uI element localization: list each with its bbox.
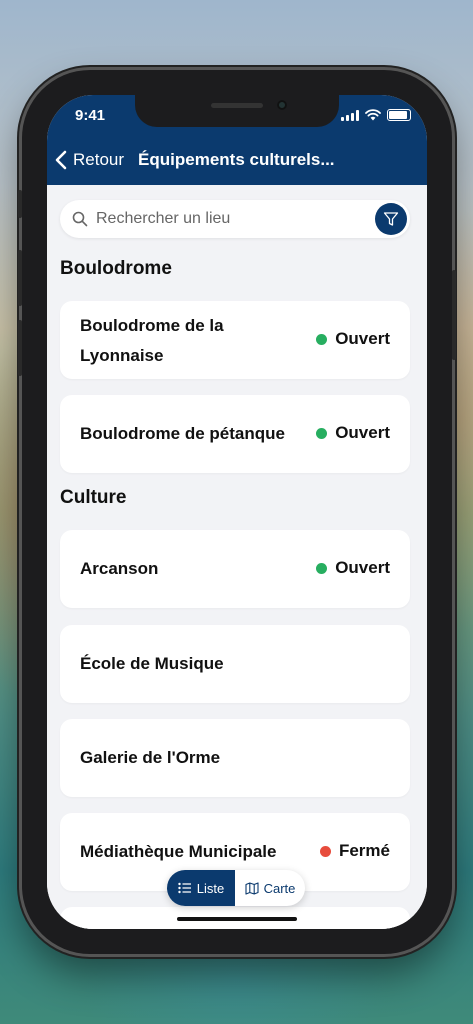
nav-bar: Retour Équipements culturels...: [47, 143, 427, 177]
status-dot: [319, 845, 331, 857]
status-time: 9:41: [75, 107, 106, 124]
view-toggle: Liste Carte: [167, 870, 305, 906]
status-label: Fermé: [338, 841, 390, 860]
section-title-boulodrome: Boulodrome: [60, 258, 172, 279]
filter-button[interactable]: [375, 203, 407, 235]
status-label: Ouvert: [335, 558, 390, 577]
item-name: Galerie de l'Orme: [80, 748, 221, 767]
status-dot: [316, 562, 328, 574]
chevron-left-icon: [55, 150, 67, 170]
content-area: Boulodrome Boulodrome de la Lyonnaise Ou…: [47, 185, 427, 929]
notch: [135, 95, 339, 127]
signal-icon: [341, 109, 359, 121]
item-name: Arcanson: [80, 559, 159, 578]
list-view-button[interactable]: Liste: [167, 870, 235, 906]
list-item[interactable]: Boulodrome de pétanque Ouvert: [60, 395, 410, 473]
wifi-icon: [365, 109, 381, 121]
list-item[interactable]: Galerie de l'Orme: [60, 719, 410, 797]
search-input[interactable]: [94, 209, 368, 229]
volume-down-button: [18, 320, 22, 376]
volume-up-button: [18, 250, 22, 306]
status-badge: Ouvert: [316, 558, 390, 578]
status-badge: Ouvert: [316, 423, 390, 443]
mute-switch: [18, 190, 22, 218]
back-button[interactable]: Retour: [55, 150, 124, 170]
status-dot: [316, 427, 328, 439]
section-title-culture: Culture: [60, 487, 127, 508]
item-name: Boulodrome de la Lyonnaise: [80, 316, 224, 365]
home-indicator: [177, 917, 297, 921]
status-icons: [341, 109, 411, 121]
map-icon: [245, 881, 259, 895]
filter-icon: [383, 212, 399, 226]
list-icon: [178, 882, 191, 894]
speaker: [211, 103, 263, 108]
battery-icon: [387, 109, 411, 121]
item-name: Boulodrome de pétanque: [80, 424, 285, 443]
map-view-label: Carte: [263, 880, 296, 896]
list-item[interactable]: École de Musique: [60, 625, 410, 703]
status-dot: [316, 333, 328, 345]
search-bar: [60, 200, 410, 238]
status-label: Ouvert: [335, 423, 390, 442]
item-name: Médiathèque Municipale: [80, 842, 277, 861]
status-label: Ouvert: [335, 329, 390, 348]
status-badge: Fermé: [319, 841, 390, 861]
power-button: [452, 270, 456, 360]
phone-frame: 9:41 Retour Équipements culturels... Rec…: [18, 70, 456, 954]
phone-screen: 9:41 Retour Équipements culturels... Rec…: [47, 95, 427, 929]
list-item[interactable]: Arcanson Ouvert: [60, 530, 410, 608]
camera: [277, 100, 287, 110]
page-title: Équipements culturels...: [138, 150, 335, 169]
list-view-label: Liste: [196, 880, 225, 896]
list-item[interactable]: Boulodrome de la Lyonnaise Ouvert: [60, 301, 410, 379]
search-icon: [72, 211, 88, 227]
map-view-button[interactable]: Carte: [235, 870, 305, 906]
item-name: École de Musique: [80, 654, 224, 673]
back-label: Retour: [73, 150, 125, 169]
status-badge: Ouvert: [316, 329, 390, 349]
